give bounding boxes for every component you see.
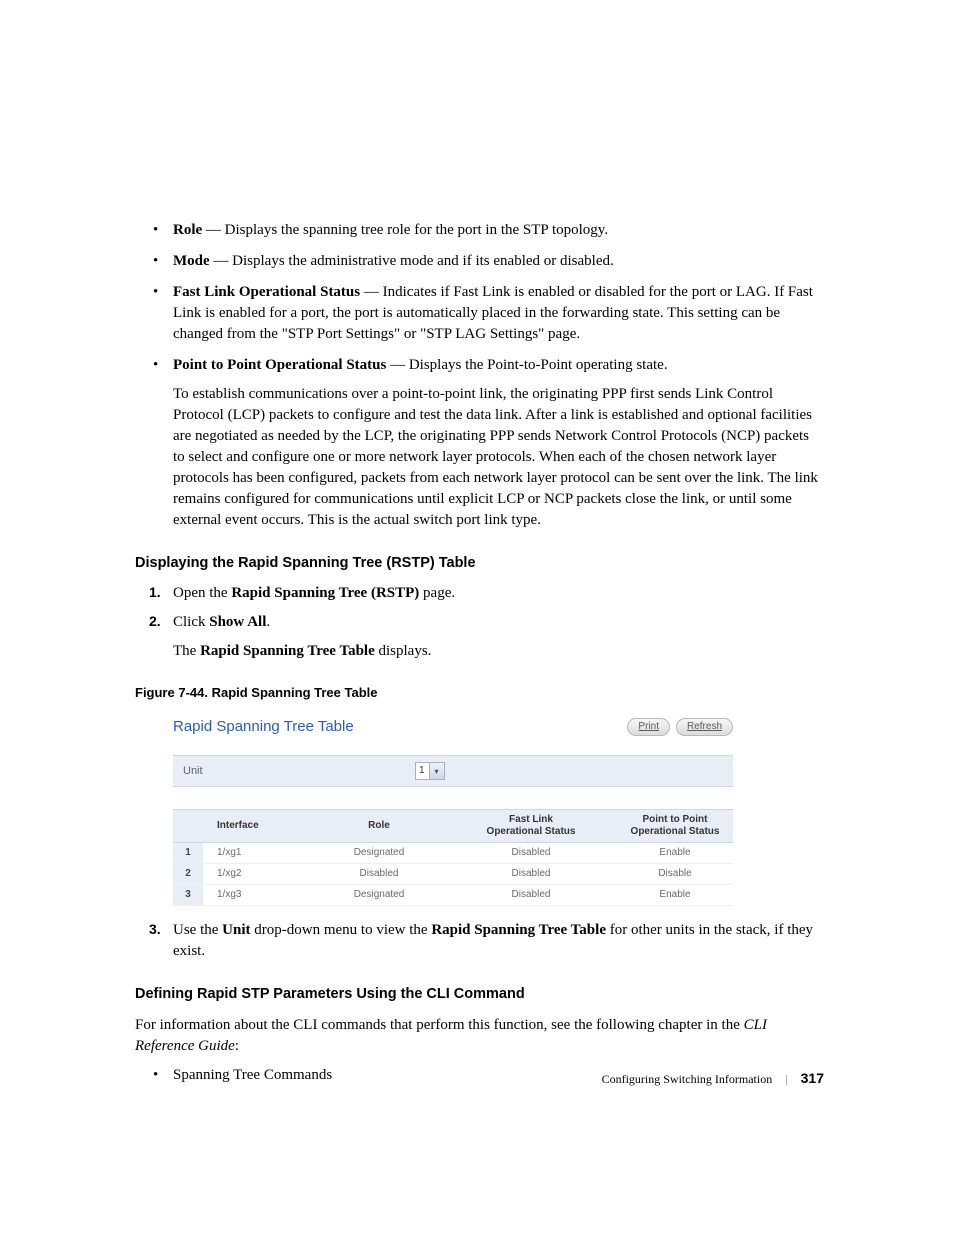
- figure-title: Rapid Spanning Tree Table: [173, 716, 354, 737]
- refresh-button[interactable]: Refresh: [676, 718, 733, 736]
- list-item: Point to Point Operational Status — Disp…: [135, 355, 824, 531]
- page-number: 317: [801, 1070, 824, 1086]
- figure-buttons: Print Refresh: [627, 718, 733, 736]
- col-fastlink: Fast LinkOperational Status: [445, 810, 617, 843]
- step-followup: The Rapid Spanning Tree Table displays.: [173, 641, 824, 662]
- table-row: 3 1/xg3 Designated Disabled Enable: [173, 885, 733, 906]
- unit-select[interactable]: 1 ▾: [415, 762, 445, 780]
- table-header-row: Interface Role Fast LinkOperational Stat…: [173, 810, 733, 843]
- term: Point to Point Operational Status: [173, 357, 386, 373]
- step-bold: Rapid Spanning Tree (RSTP): [231, 585, 419, 601]
- print-button[interactable]: Print: [627, 718, 670, 736]
- cell-interface: 1/xg2: [203, 864, 313, 885]
- text-bold: Rapid Spanning Tree Table: [200, 643, 375, 659]
- definition-text: — Displays the Point-to-Point operating …: [386, 357, 667, 373]
- unit-row: Unit 1 ▾: [173, 755, 733, 787]
- steps-list: Open the Rapid Spanning Tree (RSTP) page…: [135, 583, 824, 662]
- steps-list-cont: Use the Unit drop-down menu to view the …: [135, 920, 824, 962]
- figure-caption: Figure 7-44. Rapid Spanning Tree Table: [135, 684, 824, 702]
- cell-fastlink: Disabled: [445, 843, 617, 864]
- cell-role: Disabled: [313, 864, 445, 885]
- term: Role: [173, 222, 202, 238]
- footer-chapter: Configuring Switching Information: [602, 1072, 773, 1086]
- chevron-down-icon: ▾: [429, 763, 444, 779]
- col-ptp: Point to PointOperational Status: [617, 810, 733, 843]
- text: Point to Point: [643, 814, 708, 825]
- cell-interface: 1/xg3: [203, 885, 313, 906]
- page-footer: Configuring Switching Information | 317: [602, 1069, 824, 1089]
- text: Fast Link: [509, 814, 553, 825]
- cell-fastlink: Disabled: [445, 864, 617, 885]
- body-paragraph: For information about the CLI commands t…: [135, 1015, 824, 1057]
- text: Operational Status: [487, 826, 576, 837]
- text: The: [173, 643, 200, 659]
- step-item: Open the Rapid Spanning Tree (RSTP) page…: [135, 583, 824, 604]
- cell-interface: 1/xg1: [203, 843, 313, 864]
- step-bold: Show All: [209, 614, 266, 630]
- step-text: .: [266, 614, 270, 630]
- step-text: Click: [173, 614, 209, 630]
- unit-select-value: 1: [416, 764, 429, 778]
- text: Operational Status: [631, 826, 720, 837]
- term: Mode: [173, 253, 210, 269]
- col-interface: Interface: [203, 810, 313, 843]
- step-bold: Unit: [222, 922, 250, 938]
- step-item: Use the Unit drop-down menu to view the …: [135, 920, 824, 962]
- cell-index: 2: [173, 864, 203, 885]
- definition-list: Role — Displays the spanning tree role f…: [135, 220, 824, 531]
- step-text: Use the: [173, 922, 222, 938]
- list-item: Fast Link Operational Status — Indicates…: [135, 282, 824, 345]
- col-index: [173, 810, 203, 843]
- cell-index: 1: [173, 843, 203, 864]
- cell-role: Designated: [313, 885, 445, 906]
- cell-role: Designated: [313, 843, 445, 864]
- list-item: Role — Displays the spanning tree role f…: [135, 220, 824, 241]
- cell-index: 3: [173, 885, 203, 906]
- definition-text: — Displays the administrative mode and i…: [210, 253, 614, 269]
- text: displays.: [375, 643, 432, 659]
- step-bold: Rapid Spanning Tree Table: [431, 922, 606, 938]
- cell-fastlink: Disabled: [445, 885, 617, 906]
- footer-separator: |: [785, 1072, 787, 1086]
- definition-text: — Displays the spanning tree role for th…: [202, 222, 608, 238]
- list-item: Mode — Displays the administrative mode …: [135, 251, 824, 272]
- step-text: page.: [419, 585, 455, 601]
- section-heading-display-rstp: Displaying the Rapid Spanning Tree (RSTP…: [135, 553, 824, 573]
- rstp-data-table: Interface Role Fast LinkOperational Stat…: [173, 809, 733, 906]
- section-heading-cli: Defining Rapid STP Parameters Using the …: [135, 984, 824, 1004]
- unit-label: Unit: [183, 764, 415, 779]
- step-text: Open the: [173, 585, 231, 601]
- cell-ptp: Disable: [617, 864, 733, 885]
- text: :: [235, 1038, 239, 1054]
- table-row: 1 1/xg1 Designated Disabled Enable: [173, 843, 733, 864]
- cell-ptp: Enable: [617, 843, 733, 864]
- term: Fast Link Operational Status: [173, 284, 360, 300]
- figure-header: Rapid Spanning Tree Table Print Refresh: [173, 716, 733, 737]
- step-text: drop-down menu to view the: [251, 922, 432, 938]
- definition-extra: To establish communications over a point…: [173, 384, 824, 531]
- col-role: Role: [313, 810, 445, 843]
- figure-rstp-table: Rapid Spanning Tree Table Print Refresh …: [173, 716, 733, 906]
- table-row: 2 1/xg2 Disabled Disabled Disable: [173, 864, 733, 885]
- step-item: Click Show All. The Rapid Spanning Tree …: [135, 612, 824, 662]
- text: For information about the CLI commands t…: [135, 1017, 744, 1033]
- cell-ptp: Enable: [617, 885, 733, 906]
